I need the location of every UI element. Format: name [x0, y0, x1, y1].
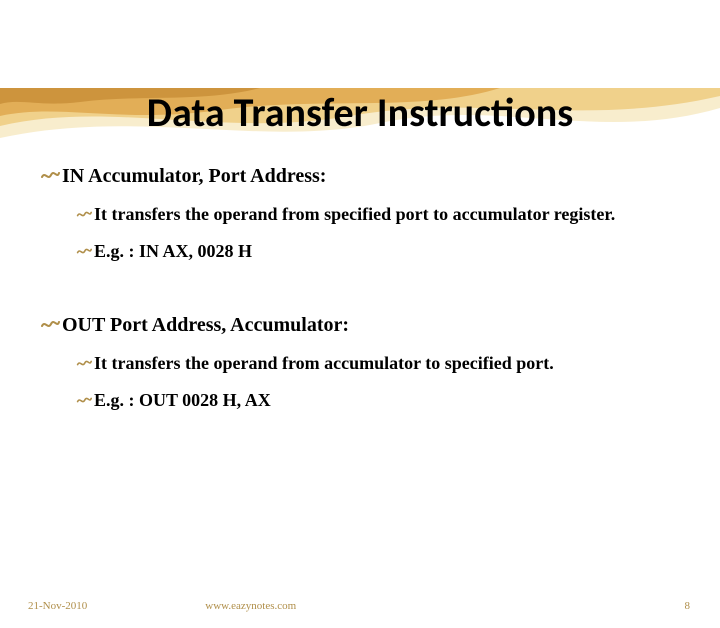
bullet-text: It transfers the operand from specified …: [94, 203, 615, 226]
section-heading: OUT Port Address, Accumulator:: [40, 312, 680, 338]
footer-date: 21-Nov-2010: [28, 600, 87, 612]
bullet-item: E.g. : IN AX, 0028 H: [76, 240, 680, 263]
bullet-text: It transfers the operand from accumulato…: [94, 352, 554, 375]
bullet-item: It transfers the operand from specified …: [76, 203, 680, 226]
bullet-item: It transfers the operand from accumulato…: [76, 352, 680, 375]
section-heading-text: OUT Port Address, Accumulator:: [62, 312, 349, 338]
footer-page-number: 8: [685, 600, 691, 612]
squiggle-bullet-icon: [76, 392, 92, 408]
bullet-item: E.g. : OUT 0028 H, AX: [76, 389, 680, 412]
section-heading: IN Accumulator, Port Address:: [40, 163, 680, 189]
squiggle-bullet-icon: [76, 243, 92, 259]
section-heading-text: IN Accumulator, Port Address:: [62, 163, 326, 189]
footer-url: www.eazynotes.com: [205, 600, 296, 612]
squiggle-bullet-icon: [76, 206, 92, 222]
squiggle-bullet-icon: [40, 165, 60, 185]
page-title: Data Transfer Instructions: [40, 88, 680, 137]
squiggle-bullet-icon: [76, 355, 92, 371]
squiggle-bullet-icon: [40, 314, 60, 334]
footer: 21-Nov-2010 www.eazynotes.com 8: [0, 600, 720, 612]
bullet-text: E.g. : IN AX, 0028 H: [94, 240, 252, 263]
bullet-text: E.g. : OUT 0028 H, AX: [94, 389, 271, 412]
